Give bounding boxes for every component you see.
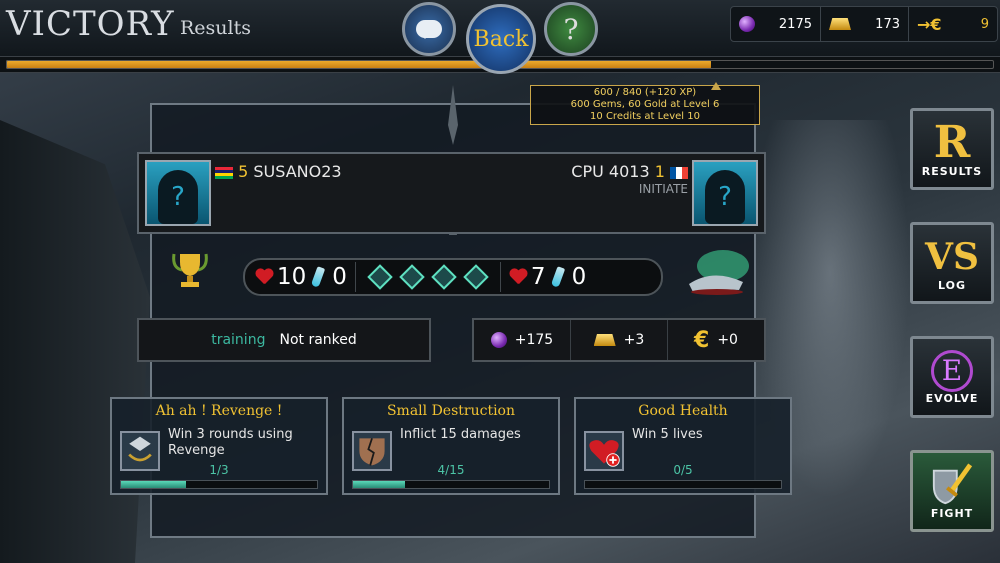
evolve-icon: E <box>931 349 973 392</box>
player-lives: 10 <box>277 264 307 290</box>
round-diamond-icon <box>463 264 489 290</box>
help-icon: ? <box>563 12 579 46</box>
gems-reward-value: +175 <box>514 332 554 348</box>
evolve-label: EVOLVE <box>925 391 979 405</box>
heart-icon <box>509 269 527 285</box>
trophy-icon <box>172 253 208 287</box>
credit-icon: € <box>694 327 710 353</box>
chat-icon <box>416 20 442 39</box>
defeated-creature-icon <box>689 250 749 295</box>
opponent-name-row: CPU 4013 1 <box>571 162 688 181</box>
help-button[interactable]: ? <box>544 2 598 56</box>
quest-progress-fill <box>353 481 406 488</box>
quest-description: Win 3 rounds using Revenge <box>168 427 293 458</box>
gold-reward: +3 <box>571 320 668 360</box>
round-diamond-icon <box>367 264 393 290</box>
back-button[interactable]: Back <box>466 4 536 74</box>
results-button[interactable]: R RESULTS <box>910 108 994 190</box>
quest-card: Small Destruction Inflict 15 damages 4/1… <box>342 397 560 495</box>
xp-tooltip-line: 10 Credits at Level 10 <box>590 111 700 122</box>
credits-count: 9 <box>980 16 989 32</box>
quest-progress: 1/3 <box>209 463 229 477</box>
results-icon: R <box>933 116 971 168</box>
gold-bar-icon <box>593 334 616 346</box>
gem-icon <box>490 332 507 348</box>
player-avatar[interactable]: ? <box>145 160 211 226</box>
players-bar: ? 5 SUSANO23 CPU 4013 1 INITIATE ? <box>137 152 766 234</box>
player-name-row: 5 SUSANO23 <box>215 162 342 181</box>
opponent-level: 1 <box>654 162 665 181</box>
unknown-avatar-icon: ? <box>705 170 745 224</box>
chat-button[interactable] <box>402 2 456 56</box>
gem-icon <box>739 16 755 32</box>
round-diamond-icon <box>399 264 425 290</box>
gold-bar-icon <box>829 18 851 30</box>
quest-title: Good Health <box>638 403 728 419</box>
opponent-lives: 7 <box>530 264 546 290</box>
player-potions: 0 <box>332 264 347 290</box>
log-button[interactable]: VS LOG <box>910 222 994 304</box>
gold-resource: 173 <box>821 7 909 41</box>
credit-icon: →€ <box>917 14 942 34</box>
page-title: VICTORY <box>6 4 175 44</box>
rewards-box: +175 +3 € +0 <box>472 318 766 362</box>
quest-progress: 4/15 <box>437 463 465 477</box>
quest-progress-bar <box>120 480 318 489</box>
potion-icon <box>550 266 565 288</box>
quest-card: Ah ah ! Revenge ! Win 3 rounds using Rev… <box>110 397 328 495</box>
opponent-rank: INITIATE <box>638 182 688 196</box>
log-label: LOG <box>938 278 966 292</box>
quest-progress-bar <box>352 480 550 489</box>
gems-resource: 2175 <box>731 7 821 41</box>
quest-description: Inflict 15 damages <box>400 427 521 442</box>
background-rock <box>0 120 150 563</box>
quest-description: Win 5 lives <box>632 427 703 442</box>
gems-count: 2175 <box>778 16 812 32</box>
credits-reward: € +0 <box>668 320 764 360</box>
xp-tooltip-line: 600 / 840 (+120 XP) <box>593 87 697 98</box>
quest-progress: 0/5 <box>673 463 693 477</box>
gold-count: 173 <box>875 16 900 32</box>
ranking-box: training Not ranked <box>137 318 431 362</box>
round-diamond-icon <box>431 264 457 290</box>
potion-icon <box>311 266 326 288</box>
france-flag-icon <box>670 166 688 179</box>
credits-reward-value: +0 <box>717 332 738 348</box>
quest-progress-bar <box>584 480 782 489</box>
fight-button[interactable]: FIGHT <box>910 450 994 532</box>
xp-tooltip-line: 600 Gems, 60 Gold at Level 6 <box>570 99 720 110</box>
versus-icon: VS <box>925 235 979 278</box>
quest-title: Ah ah ! Revenge ! <box>155 403 283 419</box>
opponent-avatar[interactable]: ? <box>692 160 758 226</box>
xp-tooltip: 600 / 840 (+120 XP) 600 Gems, 60 Gold at… <box>530 82 760 125</box>
quest-card: Good Health Win 5 lives 0/5 <box>574 397 792 495</box>
ranking-mode: training <box>211 332 266 348</box>
quest-title: Small Destruction <box>386 403 516 419</box>
gems-reward: +175 <box>474 320 571 360</box>
credits-resource: →€ 9 <box>909 7 997 41</box>
results-label: RESULTS <box>921 164 983 178</box>
heart-icon <box>255 269 273 285</box>
score-bar: 10 0 7 0 <box>243 258 663 296</box>
quest-progress-fill <box>121 481 187 488</box>
player-name: SUSANO23 <box>253 162 342 181</box>
sword-shield-icon <box>932 463 973 504</box>
player-level: 5 <box>238 162 249 181</box>
mauritius-flag-icon <box>215 166 233 179</box>
gold-reward-value: +3 <box>623 332 645 348</box>
page-subtitle: Results <box>180 17 251 39</box>
fight-label: FIGHT <box>930 506 974 520</box>
back-label: Back <box>473 26 529 52</box>
ranking-status: Not ranked <box>279 332 357 348</box>
unknown-avatar-icon: ? <box>158 170 198 224</box>
opponent-potions: 0 <box>571 264 587 290</box>
resource-panel: 2175 173 →€ 9 <box>730 6 998 42</box>
evolve-button[interactable]: E EVOLVE <box>910 336 994 418</box>
opponent-name: CPU 4013 <box>571 162 650 181</box>
